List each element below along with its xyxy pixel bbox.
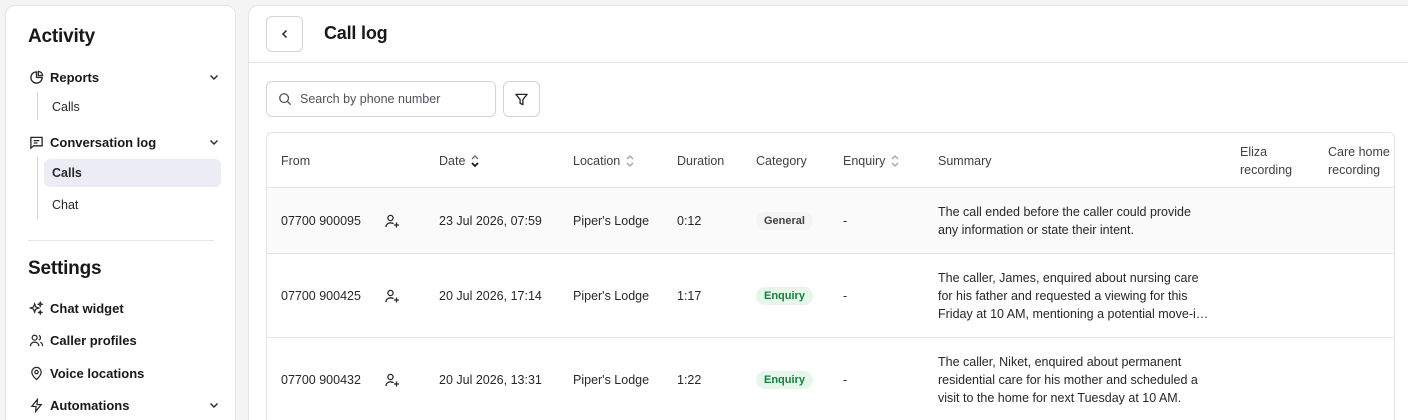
divider [28, 240, 214, 241]
pie-chart-icon [28, 69, 44, 85]
sidebar-item-label: Chat widget [50, 300, 124, 316]
tree-line [37, 157, 38, 219]
column-header-date[interactable]: Date [439, 133, 480, 188]
sort-icon[interactable] [890, 154, 900, 168]
enquiry-cell: - [843, 213, 848, 228]
sort-descending-icon[interactable] [470, 154, 480, 168]
sidebar-item-reports[interactable]: Reports [28, 64, 221, 90]
category-badge: Enquiry [756, 370, 813, 389]
duration-cell: 1:17 [677, 288, 702, 303]
sidebar-item-label: Reports [50, 69, 100, 85]
enquiry-cell: - [843, 372, 848, 387]
add-caller-icon[interactable] [384, 188, 400, 253]
chevron-down-icon[interactable] [207, 70, 221, 84]
date-cell: 20 Jul 2026, 13:31 [439, 372, 542, 387]
column-header-label: Date [439, 153, 466, 168]
from-cell: 07700 900432 [281, 372, 361, 387]
table-row[interactable]: 07700 900095 23 Jul 2026, 07:59 Piper's … [267, 188, 1394, 254]
summary-text: The caller, James, enquired about nursin… [938, 270, 1203, 321]
table-row[interactable]: 07700 900432 20 Jul 2026, 13:31 Piper's … [267, 338, 1394, 420]
summary-cell: The caller, James, enquired about nursin… [938, 254, 1213, 337]
column-header-duration: Duration [677, 153, 725, 168]
sidebar-item-caller-profiles[interactable]: Caller profiles [28, 327, 221, 353]
top-bar: Call log [249, 6, 1408, 63]
back-button[interactable] [266, 16, 303, 52]
column-header-summary: Summary [938, 153, 992, 168]
sidebar-item-conversation-log[interactable]: Conversation log [28, 129, 221, 155]
column-header-enquiry[interactable]: Enquiry [843, 133, 900, 188]
location-cell: Piper's Lodge [573, 372, 650, 387]
add-caller-icon[interactable] [384, 254, 400, 337]
date-cell: 23 Jul 2026, 07:59 [439, 213, 542, 228]
location-cell: Piper's Lodge [573, 213, 650, 228]
category-badge: Enquiry [756, 286, 813, 305]
sidebar-item-conversation-chat[interactable]: Chat [44, 191, 221, 219]
sidebar-item-report-calls[interactable]: Calls [44, 93, 221, 121]
sidebar-item-label: Automations [50, 397, 130, 413]
chevron-down-icon[interactable] [207, 398, 221, 412]
users-icon [28, 332, 44, 348]
page-title: Call log [324, 23, 388, 43]
duration-cell: 0:12 [677, 213, 702, 228]
summary-cell: The call ended before the caller could p… [938, 188, 1213, 253]
location-cell: Piper's Lodge [573, 288, 650, 303]
search-input[interactable] [300, 92, 480, 106]
search-icon [279, 93, 292, 106]
category-cell: Enquiry [756, 254, 813, 337]
tree-line [37, 92, 38, 120]
filter-icon [515, 93, 528, 105]
column-header-label: Enquiry [843, 153, 886, 168]
map-pin-icon [28, 365, 44, 381]
column-header-eliza-recording: Eliza recording [1240, 144, 1293, 177]
lightning-icon [28, 397, 44, 413]
from-cell: 07700 900425 [281, 288, 361, 303]
table-row[interactable]: 07700 900425 20 Jul 2026, 17:14 Piper's … [267, 254, 1394, 338]
sidebar-item-conversation-calls[interactable]: Calls [44, 159, 221, 187]
from-cell: 07700 900095 [281, 213, 361, 228]
sidebar-item-label: Conversation log [50, 134, 157, 150]
add-caller-icon[interactable] [384, 338, 400, 420]
call-log-table: From Date Location Duration Category Enq… [266, 132, 1395, 420]
search-box[interactable] [266, 81, 496, 117]
column-header-location[interactable]: Location [573, 133, 635, 188]
main-panel: Call log From Date Location Duration Cat [248, 5, 1408, 420]
message-icon [28, 134, 44, 150]
chevron-left-icon [281, 29, 287, 39]
sidebar-item-automations[interactable]: Automations [28, 392, 221, 418]
sort-icon[interactable] [625, 154, 635, 168]
sidebar-item-label: Voice locations [50, 365, 145, 381]
category-cell: General [756, 188, 813, 253]
category-cell: Enquiry [756, 338, 813, 420]
filter-button[interactable] [503, 81, 540, 117]
column-header-category: Category [756, 153, 807, 168]
column-header-from: From [281, 153, 311, 168]
summary-text: The caller, Niket, enquired about perman… [938, 354, 1198, 405]
date-cell: 20 Jul 2026, 17:14 [439, 288, 542, 303]
column-header-label: Location [573, 153, 621, 168]
sidebar-item-label: Caller profiles [50, 332, 137, 348]
sidebar-item-chat-widget[interactable]: Chat widget [28, 295, 221, 321]
chevron-down-icon[interactable] [207, 135, 221, 149]
duration-cell: 1:22 [677, 372, 702, 387]
sidebar: Activity Reports Calls Conversation log … [5, 5, 236, 420]
sparkles-icon [28, 300, 44, 316]
activity-heading: Activity [28, 26, 96, 47]
summary-text: The call ended before the caller could p… [938, 204, 1191, 237]
settings-heading: Settings [28, 258, 102, 279]
enquiry-cell: - [843, 288, 848, 303]
table-header: From Date Location Duration Category Enq… [267, 133, 1394, 188]
category-badge: General [756, 211, 813, 230]
summary-cell: The caller, Niket, enquired about perman… [938, 338, 1213, 420]
sidebar-item-voice-locations[interactable]: Voice locations [28, 360, 221, 386]
column-header-care-home-recording: Care home recording [1328, 144, 1390, 177]
